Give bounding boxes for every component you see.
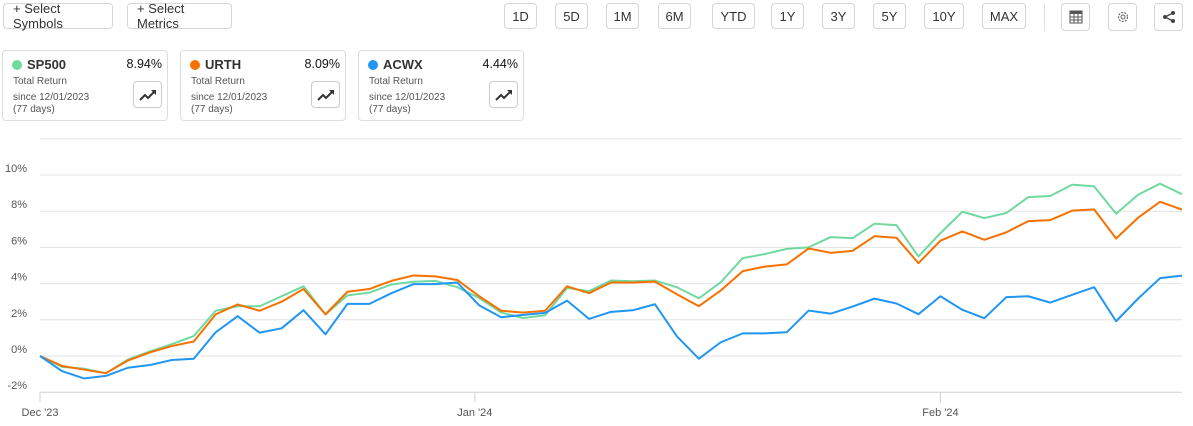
x-tick-label: Dec '23 xyxy=(22,407,59,419)
range-button-1d[interactable]: 1D xyxy=(504,3,537,29)
y-tick-label: 8% xyxy=(11,199,27,211)
total-return-value: 4.44% xyxy=(482,57,518,71)
trending-up-icon xyxy=(316,89,334,101)
total-return-chart: -2% 0% 2% 4% 6% 8% 10% Dec '23 Jan '24 Feb '24 xyxy=(5,138,1183,419)
series-line-acwx xyxy=(39,274,1183,380)
trend-chart-button[interactable] xyxy=(489,81,518,108)
range-button-3y[interactable]: 3Y xyxy=(822,3,855,29)
y-tick-label: 2% xyxy=(11,308,27,320)
range-button-max[interactable]: MAX xyxy=(982,3,1026,29)
x-tick-label: Feb '24 xyxy=(922,407,958,419)
select-symbols-button[interactable]: + Select Symbols xyxy=(3,1,113,31)
range-button-1m[interactable]: 1M xyxy=(606,3,639,29)
symbol-name: URTH xyxy=(205,57,242,72)
days-count: (77 days) xyxy=(369,104,411,115)
series-color-dot xyxy=(190,60,200,70)
range-button-10y[interactable]: 10Y xyxy=(924,3,964,29)
settings-button[interactable] xyxy=(1108,3,1137,31)
y-tick-label: 6% xyxy=(11,235,27,247)
series-color-dot xyxy=(368,60,378,70)
series-line-sp500 xyxy=(39,182,1183,375)
total-return-value: 8.09% xyxy=(304,57,340,71)
since-date: since 12/01/2023 xyxy=(13,92,90,103)
days-count: (77 days) xyxy=(191,104,233,115)
total-return-value: 8.94% xyxy=(126,57,162,71)
share-icon xyxy=(1162,11,1175,23)
symbol-card-sp500[interactable]: SP500 8.94% Total Return since 12/01/202… xyxy=(2,50,168,121)
table-view-button[interactable] xyxy=(1061,3,1090,31)
trend-chart-button[interactable] xyxy=(133,81,162,108)
symbol-card-urth[interactable]: URTH 8.09% Total Return since 12/01/2023… xyxy=(180,50,346,121)
since-date: since 12/01/2023 xyxy=(369,92,446,103)
x-tick-label: Jan '24 xyxy=(457,407,492,419)
metric-label: Total Return xyxy=(191,76,245,87)
y-tick-label: -2% xyxy=(7,380,27,392)
range-button-ytd[interactable]: YTD xyxy=(712,3,755,29)
select-metrics-button[interactable]: + Select Metrics xyxy=(127,1,232,31)
gear-icon xyxy=(1117,11,1128,23)
range-button-1y[interactable]: 1Y xyxy=(771,3,804,29)
series-line-urth xyxy=(39,200,1183,375)
trending-up-icon xyxy=(138,89,156,101)
range-button-5d[interactable]: 5D xyxy=(555,3,588,29)
metric-label: Total Return xyxy=(369,76,423,87)
table-icon xyxy=(1069,10,1082,24)
y-tick-label: 0% xyxy=(11,344,27,356)
trend-chart-button[interactable] xyxy=(311,81,340,108)
range-button-5y[interactable]: 5Y xyxy=(873,3,906,29)
y-tick-label: 4% xyxy=(11,272,27,284)
trending-up-icon xyxy=(494,89,512,101)
share-button[interactable] xyxy=(1154,3,1183,31)
y-tick-label: 10% xyxy=(5,163,27,175)
series-color-dot xyxy=(12,60,22,70)
since-date: since 12/01/2023 xyxy=(191,92,268,103)
symbol-card-acwx[interactable]: ACWX 4.44% Total Return since 12/01/2023… xyxy=(358,50,524,121)
symbol-name: SP500 xyxy=(27,57,67,72)
metric-label: Total Return xyxy=(13,76,67,87)
days-count: (77 days) xyxy=(13,104,55,115)
range-button-6m[interactable]: 6M xyxy=(658,3,691,29)
toolbar-divider xyxy=(1044,3,1045,31)
symbol-name: ACWX xyxy=(383,57,423,72)
